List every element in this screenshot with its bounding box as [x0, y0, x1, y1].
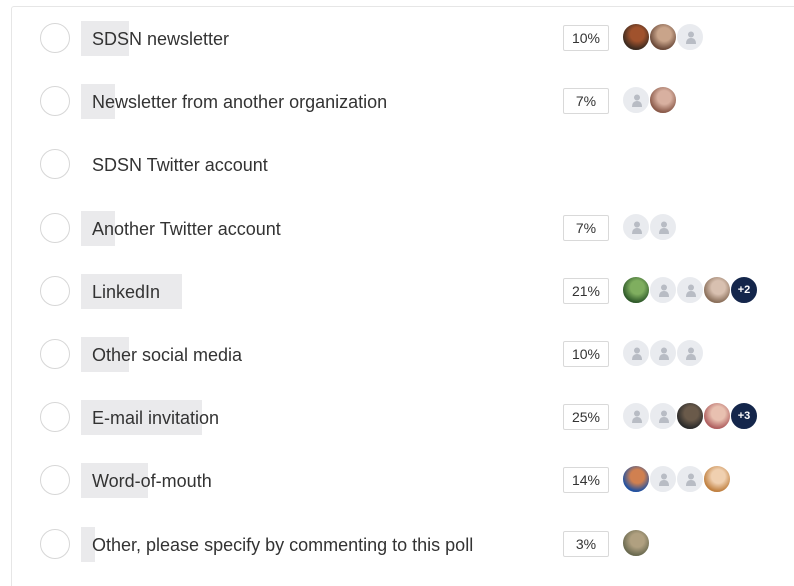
anonymous-avatar-icon[interactable] — [649, 402, 677, 431]
user-avatar[interactable] — [703, 275, 731, 304]
more-voters-badge[interactable]: +2 — [730, 275, 758, 304]
anonymous-avatar-icon[interactable] — [622, 86, 650, 115]
poll-option[interactable]: LinkedIn 21% +2 — [12, 269, 794, 317]
poll-option-percent: 25% — [563, 404, 609, 431]
anonymous-avatar-icon[interactable] — [649, 339, 677, 367]
poll-option-radio[interactable] — [40, 149, 70, 180]
user-avatar[interactable] — [703, 402, 731, 431]
user-avatar[interactable] — [622, 528, 650, 557]
poll-option-percent: 7% — [563, 88, 609, 115]
anonymous-avatar-icon[interactable] — [649, 275, 677, 304]
poll-option-percent: 3% — [563, 530, 609, 557]
poll-option-percent: 10% — [563, 341, 609, 367]
more-voters-badge[interactable]: +3 — [730, 402, 758, 431]
poll-option-label: SDSN newsletter — [92, 29, 230, 49]
poll-option[interactable]: SDSN Twitter account — [12, 142, 794, 190]
user-avatar[interactable] — [622, 23, 650, 51]
poll-option-label: SDSN Twitter account — [92, 155, 268, 176]
anonymous-avatar-icon[interactable] — [676, 23, 704, 51]
poll-option[interactable]: Word-of-mouth 14% — [12, 458, 794, 506]
poll-option-label: Another Twitter account — [92, 218, 281, 239]
user-avatar[interactable] — [676, 402, 704, 431]
poll-option-label: Other social media — [92, 345, 243, 365]
user-avatar[interactable] — [649, 23, 677, 51]
poll-option-percent: 10% — [563, 25, 609, 51]
poll-option-label: LinkedIn — [92, 281, 161, 302]
poll-option[interactable]: SDSN newsletter 10% — [12, 16, 794, 64]
poll-card: SDSN newsletter 10% Newsletter from anothe… — [11, 6, 794, 586]
poll-option-label: Newsletter from another organization — [92, 92, 388, 113]
user-avatar[interactable] — [622, 275, 650, 304]
anonymous-avatar-icon[interactable] — [676, 465, 704, 494]
poll-option-label: Other, please specify by commenting to t… — [92, 534, 474, 555]
anonymous-avatar-icon[interactable] — [649, 212, 677, 241]
poll-option[interactable]: Another Twitter account 7% — [12, 206, 794, 254]
anonymous-avatar-icon[interactable] — [622, 212, 650, 241]
anonymous-avatar-icon[interactable] — [649, 465, 677, 494]
anonymous-avatar-icon[interactable] — [622, 339, 650, 367]
poll-option-label: Word-of-mouth — [92, 471, 212, 492]
poll-option-radio[interactable] — [40, 212, 70, 243]
poll-option-radio[interactable] — [40, 86, 70, 117]
user-avatar[interactable] — [703, 465, 731, 494]
anonymous-avatar-icon[interactable] — [676, 275, 704, 304]
poll-option-radio[interactable] — [40, 465, 70, 496]
anonymous-avatar-icon[interactable] — [676, 339, 704, 367]
poll-option-radio[interactable] — [40, 528, 70, 559]
poll-option-radio[interactable] — [40, 275, 70, 306]
poll-option-radio[interactable] — [40, 339, 70, 369]
poll-option-radio[interactable] — [40, 23, 70, 53]
user-avatar[interactable] — [649, 86, 677, 115]
poll-option-radio[interactable] — [40, 402, 70, 433]
poll-option-label: E-mail invitation — [92, 408, 220, 429]
poll-option-percent: 21% — [563, 277, 609, 304]
poll-option-percent: 14% — [563, 467, 609, 494]
anonymous-avatar-icon[interactable] — [622, 402, 650, 431]
poll-option[interactable]: Other, please specify by commenting to t… — [12, 522, 794, 570]
poll-option[interactable]: E-mail invitation 25% +3 — [12, 395, 794, 443]
poll-option-percent: 7% — [563, 214, 609, 241]
user-avatar[interactable] — [622, 465, 650, 494]
poll-option[interactable]: Other social media 10% — [12, 332, 794, 380]
poll-option[interactable]: Newsletter from another organization 7% — [12, 79, 794, 127]
